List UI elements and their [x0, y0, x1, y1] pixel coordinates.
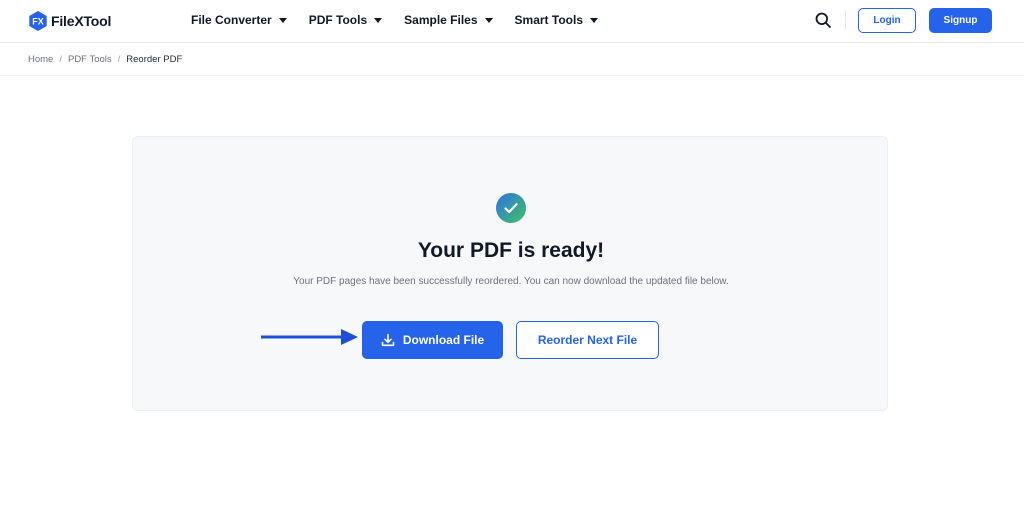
logo[interactable]: FX FileXTool	[28, 10, 111, 31]
header-divider	[845, 10, 846, 30]
reorder-next-file-button[interactable]: Reorder Next File	[516, 321, 659, 359]
breadcrumb-pdf-tools[interactable]: PDF Tools	[68, 54, 112, 65]
nav-sample-files[interactable]: Sample Files	[404, 13, 493, 27]
svg-text:FX: FX	[32, 16, 44, 26]
breadcrumb: Home / PDF Tools / Reorder PDF	[28, 54, 182, 65]
nav-pdf-tools[interactable]: PDF Tools	[308, 13, 383, 27]
chevron-down-icon	[374, 17, 383, 23]
logo-text: FileXTool	[51, 12, 112, 29]
site-header: FX FileXTool File Converter PDF Tools Sa…	[0, 0, 1024, 43]
logo-mark-icon: FX	[29, 10, 47, 31]
nav-file-converter[interactable]: File Converter	[191, 13, 287, 27]
breadcrumb-current: Reorder PDF	[126, 54, 183, 65]
signup-button[interactable]: Signup	[929, 8, 992, 33]
chevron-down-icon	[590, 17, 598, 23]
breadcrumb-separator: /	[59, 54, 62, 65]
nav-label: PDF Tools	[308, 13, 368, 27]
download-icon	[381, 333, 395, 347]
breadcrumb-home[interactable]: Home	[28, 54, 53, 65]
download-file-button[interactable]: Download File	[362, 321, 503, 359]
nav-label: Sample Files	[404, 13, 478, 27]
search-icon[interactable]	[815, 12, 831, 28]
result-card: Your PDF is ready! Your PDF pages have b…	[132, 136, 888, 411]
nav-smart-tools[interactable]: Smart Tools	[515, 13, 598, 27]
check-circle-icon	[496, 193, 526, 223]
result-title: Your PDF is ready!	[417, 239, 605, 262]
nav-label: Smart Tools	[514, 13, 583, 27]
download-file-label: Download File	[402, 333, 485, 347]
chevron-down-icon	[484, 17, 493, 23]
chevron-down-icon	[278, 17, 287, 23]
nav-label: File Converter	[191, 13, 272, 27]
result-message: Your PDF pages have been successfully re…	[293, 276, 729, 287]
breadcrumb-bar: Home / PDF Tools / Reorder PDF	[0, 44, 1024, 76]
breadcrumb-separator: /	[117, 54, 121, 65]
main-nav: File Converter PDF Tools Sample Files Sm…	[191, 13, 598, 27]
arrow-right-icon	[261, 329, 358, 345]
login-button[interactable]: Login	[858, 8, 916, 33]
